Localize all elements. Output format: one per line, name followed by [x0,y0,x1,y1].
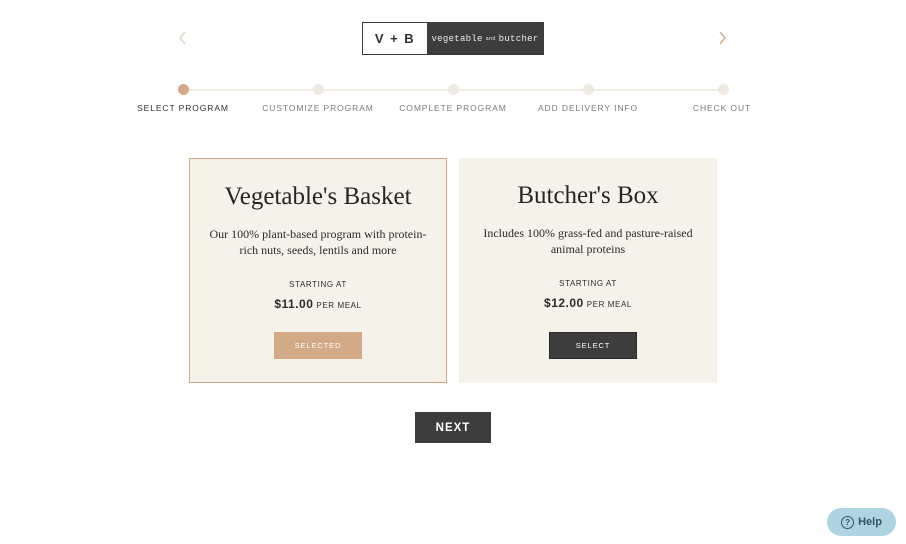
price-value: $12.00 [544,296,584,310]
chevron-right-icon [719,31,726,45]
per-meal-label: PER MEAL [586,300,632,309]
program-card-butchers-box[interactable]: Butcher's Box Includes 100% grass-fed an… [459,158,717,383]
card-title: Vegetable's Basket [224,183,412,210]
brand-logo[interactable]: V + B vegetable and butcher [362,22,544,55]
price-row: $12.00 PER MEAL [459,294,717,312]
logo-mark: V + B [363,23,427,54]
next-arrow-button[interactable] [713,29,731,47]
card-description: Our 100% plant-based program with protei… [209,227,427,257]
starting-at-label: STARTING AT [289,280,347,289]
card-description: Includes 100% grass-fed and pasture-rais… [483,226,693,256]
step-label-customize-program[interactable]: CUSTOMIZE PROGRAM [262,103,373,113]
price-value: $11.00 [274,297,314,311]
logo-word-vegetable: vegetable [431,33,483,44]
selected-button[interactable]: SELECTED [274,332,362,359]
starting-at-label: STARTING AT [559,279,617,288]
help-label: Help [858,516,882,528]
step-label-check-out[interactable]: CHECK OUT [693,103,751,113]
step-label-select-program[interactable]: SELECT PROGRAM [137,103,229,113]
next-button[interactable]: NEXT [415,412,491,443]
step-dot-select-program[interactable] [177,84,189,95]
step-dot-add-delivery-info[interactable] [582,84,594,95]
chevron-left-icon [179,31,186,45]
logo-word-and: and [485,35,496,42]
per-meal-label: PER MEAL [316,301,362,310]
step-label-complete-program[interactable]: COMPLETE PROGRAM [399,103,506,113]
step-dot-customize-program[interactable] [312,84,324,95]
logo-word-butcher: butcher [498,33,539,44]
logo-wordmark: vegetable and butcher [427,23,543,54]
help-button[interactable]: ? Help [827,508,896,536]
question-circle-icon: ? [841,515,855,529]
program-card-vegetables-basket[interactable]: Vegetable's Basket Our 100% plant-based … [189,158,447,383]
step-dot-check-out[interactable] [717,84,729,95]
select-button[interactable]: SELECT [549,332,637,359]
step-dot-complete-program[interactable] [447,84,459,95]
price-row: $11.00 PER MEAL [190,295,446,313]
prev-arrow-button[interactable] [174,29,192,47]
card-title: Butcher's Box [517,182,659,209]
step-label-add-delivery-info[interactable]: ADD DELIVERY INFO [538,103,638,113]
